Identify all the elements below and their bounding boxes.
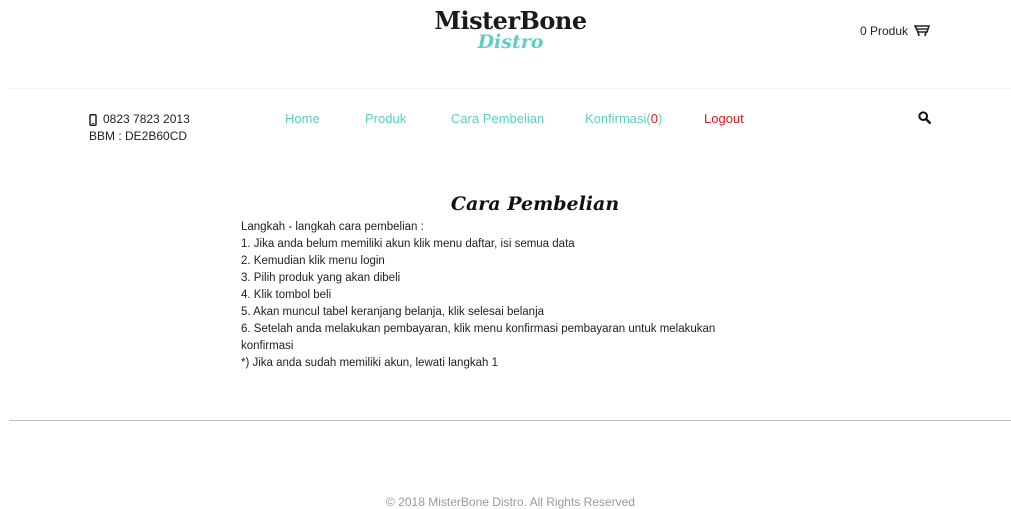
page-title: Cara Pembelian	[450, 193, 620, 215]
phone-icon	[89, 113, 97, 126]
nav-produk[interactable]: Produk	[365, 111, 406, 126]
instruction-line: 2. Kemudian klik menu login	[241, 255, 385, 267]
cart-icon	[914, 25, 931, 37]
instruction-line: 3. Pilih produk yang akan dibeli	[241, 272, 401, 284]
instruction-line: konfirmasi	[241, 340, 294, 352]
instruction-line: 6. Setelah anda melakukan pembayaran, kl…	[241, 323, 716, 335]
instruction-line: 1. Jika anda belum memiliki akun klik me…	[241, 238, 575, 250]
nav-cara-pembelian[interactable]: Cara Pembelian	[451, 111, 544, 126]
main-content: Cara Pembelian Langkah - langkah cara pe…	[241, 193, 761, 372]
nav-konfirmasi-label: Konfirmasi(	[585, 111, 651, 126]
konfirmasi-count-badge: 0	[650, 111, 658, 126]
instruction-line: 5. Akan muncul tabel keranjang belanja, …	[241, 306, 545, 318]
header-divider	[9, 88, 1011, 89]
nav-home[interactable]: Home	[285, 111, 320, 126]
instruction-line: *) Jika anda sudah memiliki akun, lewati…	[241, 357, 498, 369]
cart-link[interactable]: 0 Produk	[860, 24, 931, 38]
contact-info: 0823 7823 2013 BBM : DE2B60CD	[89, 111, 190, 145]
search-icon[interactable]	[918, 111, 931, 124]
instruction-line: Langkah - langkah cara pembelian :	[241, 221, 424, 233]
nav-konfirmasi-close: )	[657, 111, 663, 126]
phone-number: 0823 7823 2013	[103, 112, 190, 126]
bbm-pin: BBM : DE2B60CD	[89, 129, 188, 143]
nav-logout[interactable]: Logout	[704, 111, 744, 126]
instruction-line: 4. Klik tombol beli	[241, 289, 332, 301]
nav-konfirmasi[interactable]: Konfirmasi(0)	[585, 111, 662, 126]
cart-label: 0 Produk	[860, 24, 909, 38]
footer-divider	[9, 420, 1011, 421]
